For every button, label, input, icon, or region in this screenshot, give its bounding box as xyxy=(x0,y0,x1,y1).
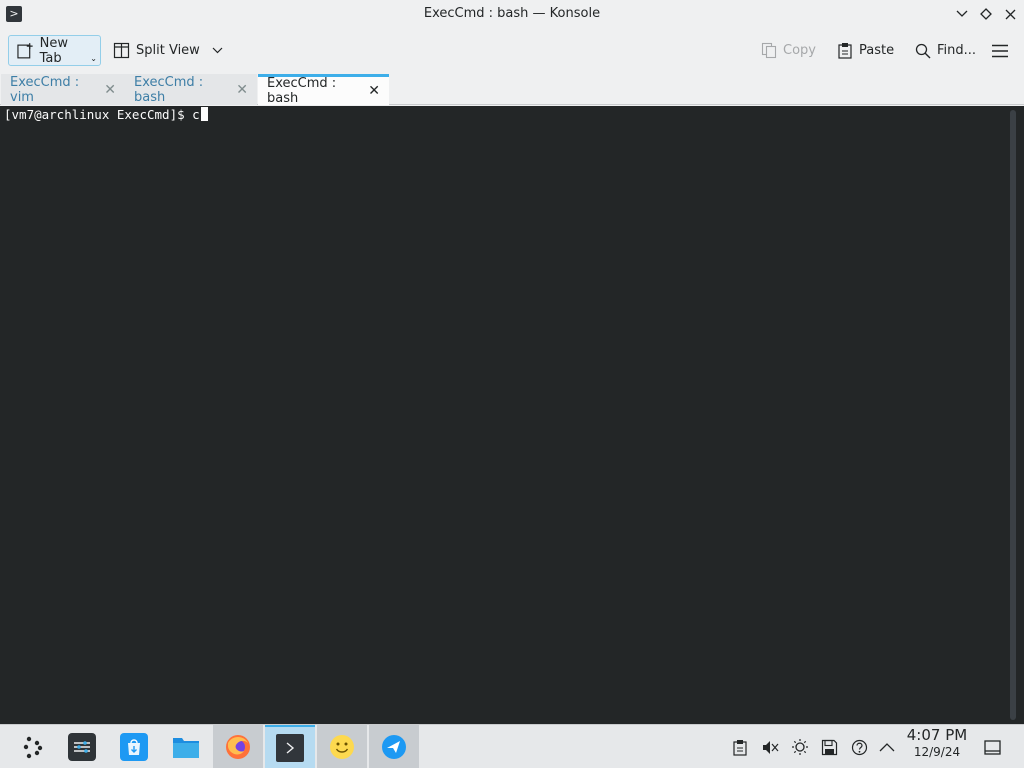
kde-connect-task[interactable] xyxy=(369,725,419,768)
split-view-label: Split View xyxy=(136,43,200,58)
kde-connect-icon xyxy=(380,733,408,761)
tab-label: ExecCmd : bash xyxy=(134,74,204,105)
emoji-task[interactable] xyxy=(317,725,367,768)
system-settings-icon xyxy=(68,733,96,761)
close-tab-icon[interactable]: ✕ xyxy=(368,83,380,99)
paste-label: Paste xyxy=(859,43,895,58)
firefox-icon xyxy=(224,733,252,761)
split-view-button[interactable]: Split View xyxy=(106,35,230,66)
close-button[interactable] xyxy=(1002,5,1018,23)
system-settings-task[interactable] xyxy=(57,725,107,768)
copy-label: Copy xyxy=(783,43,816,58)
new-tab-label: New Tab xyxy=(39,35,68,66)
application-launcher-icon xyxy=(23,736,43,759)
konsole-task[interactable] xyxy=(265,725,315,768)
tab-bar: ExecCmd : vim ✕ ExecCmd : bash ✕ ExecCmd… xyxy=(0,72,1024,106)
terminal-scrollbar[interactable] xyxy=(1010,110,1016,720)
tab-execcmd-bash-2[interactable]: ExecCmd : bash ✕ xyxy=(258,74,389,106)
emoji-icon xyxy=(328,733,356,761)
title-bar: > ExecCmd : bash — Konsole xyxy=(0,0,1024,30)
tab-execcmd-vim[interactable]: ExecCmd : vim ✕ xyxy=(1,74,125,105)
window-controls xyxy=(954,5,1018,23)
file-manager-task[interactable] xyxy=(161,725,211,768)
digital-clock[interactable]: 4:07 PM 12/9/24 xyxy=(900,727,974,761)
show-desktop-button[interactable] xyxy=(984,737,1001,757)
terminal-area[interactable]: [vm7@archlinux ExecCmd]$ c xyxy=(0,106,1024,724)
discover-icon xyxy=(120,733,148,761)
main-toolbar: New Tab ⌄ Split View Copy Paste Find... xyxy=(0,30,1024,72)
new-tab-icon xyxy=(17,42,33,58)
new-tab-dropdown-icon[interactable]: ⌄ xyxy=(90,54,97,63)
find-button[interactable]: Find... xyxy=(908,35,983,66)
clock-date: 12/9/24 xyxy=(913,745,961,759)
text-cursor xyxy=(200,107,208,121)
shell-prompt: [vm7@archlinux ExecCmd]$ xyxy=(4,107,193,122)
chevron-down-icon xyxy=(956,10,968,17)
application-launcher-button[interactable] xyxy=(8,725,58,768)
hamburger-menu-icon xyxy=(992,44,1008,57)
window-title: ExecCmd : bash — Konsole xyxy=(423,6,601,21)
chevron-down-icon xyxy=(212,47,223,54)
disks-devices-icon[interactable] xyxy=(821,737,838,757)
tray-expand-arrow-icon[interactable] xyxy=(879,737,895,757)
folder-icon xyxy=(172,733,200,761)
new-tab-button[interactable]: New Tab ⌄ xyxy=(8,35,101,66)
discover-task[interactable] xyxy=(109,725,159,768)
paste-button[interactable]: Paste xyxy=(830,35,901,66)
brightness-icon[interactable] xyxy=(791,737,809,757)
taskbar: 4:07 PM 12/9/24 xyxy=(0,724,1024,768)
clipboard-tray-icon[interactable] xyxy=(732,737,748,757)
show-desktop-icon xyxy=(984,739,1001,755)
copy-button[interactable]: Copy xyxy=(754,35,823,66)
clock-time: 4:07 PM xyxy=(906,726,968,744)
minimize-button[interactable] xyxy=(954,5,970,23)
copy-icon xyxy=(761,42,777,59)
konsole-icon xyxy=(276,734,304,762)
close-tab-icon[interactable]: ✕ xyxy=(104,82,116,98)
terminal-line: [vm7@archlinux ExecCmd]$ c xyxy=(4,107,208,123)
help-icon[interactable] xyxy=(851,737,868,757)
paste-icon xyxy=(838,43,852,59)
volume-muted-icon[interactable] xyxy=(761,737,779,757)
firefox-task[interactable] xyxy=(213,725,263,768)
split-view-icon xyxy=(113,42,130,59)
tab-label: ExecCmd : vim xyxy=(10,74,80,105)
maximize-button[interactable] xyxy=(978,5,994,23)
tab-label: ExecCmd : bash xyxy=(267,76,337,106)
diamond-icon xyxy=(980,8,992,20)
search-icon xyxy=(915,43,931,58)
close-icon xyxy=(1005,9,1015,19)
command-input: c xyxy=(192,107,200,122)
tab-execcmd-bash-1[interactable]: ExecCmd : bash ✕ xyxy=(125,74,257,105)
close-tab-icon[interactable]: ✕ xyxy=(236,82,248,98)
hamburger-menu-button[interactable] xyxy=(984,35,1016,66)
find-label: Find... xyxy=(937,43,977,58)
